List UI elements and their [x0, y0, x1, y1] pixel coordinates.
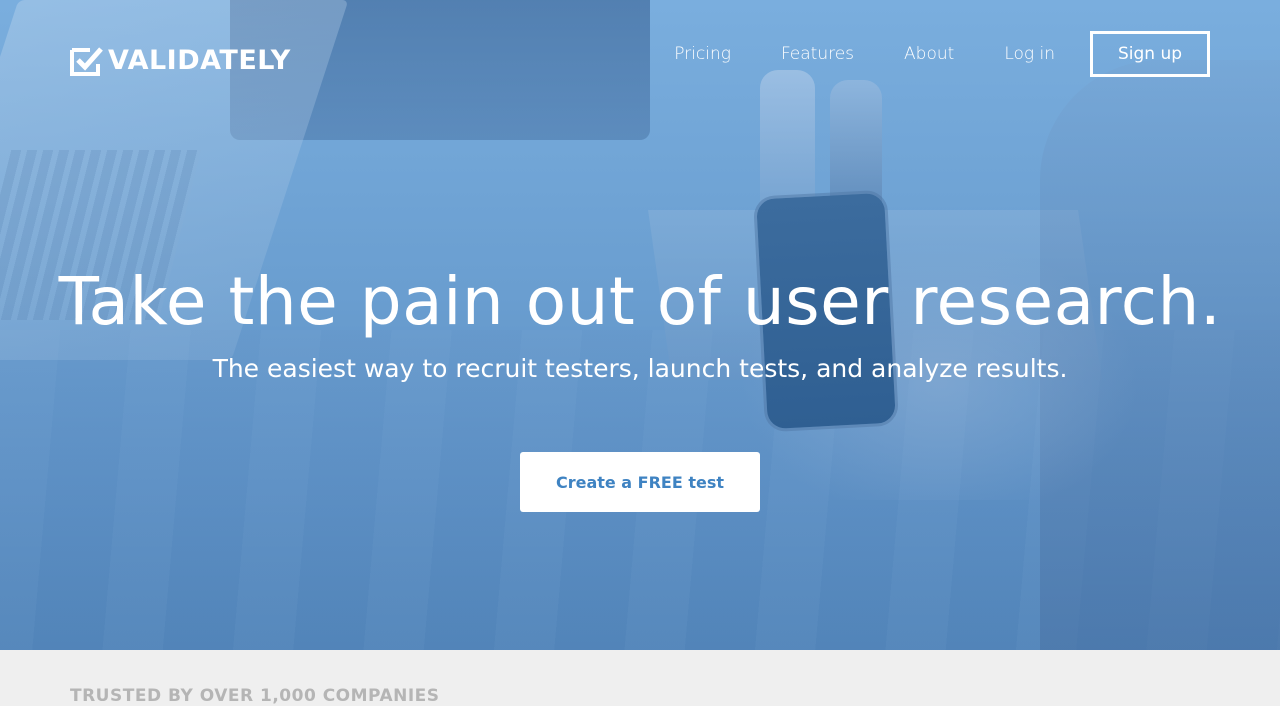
site-header: VALIDATELY Pricing Features About Log in…	[0, 0, 1280, 110]
create-free-test-button[interactable]: Create a FREE test	[520, 452, 760, 512]
hero-title: Take the pain out of user research.	[58, 263, 1222, 340]
main-nav: Pricing Features About Log in Sign up	[674, 31, 1210, 77]
nav-about[interactable]: About	[904, 31, 954, 77]
logo-link[interactable]: VALIDATELY	[70, 46, 291, 76]
trusted-by-heading: TRUSTED BY OVER 1,000 COMPANIES	[70, 686, 440, 706]
hero-subtitle: The easiest way to recruit testers, laun…	[212, 354, 1068, 383]
checkbox-check-icon	[70, 47, 103, 76]
nav-login[interactable]: Log in	[1004, 31, 1055, 77]
hero-section: VALIDATELY Pricing Features About Log in…	[0, 0, 1280, 650]
logo-text: VALIDATELY	[108, 45, 291, 76]
nav-pricing[interactable]: Pricing	[674, 31, 731, 77]
nav-features[interactable]: Features	[781, 31, 854, 77]
signup-button[interactable]: Sign up	[1090, 31, 1210, 77]
